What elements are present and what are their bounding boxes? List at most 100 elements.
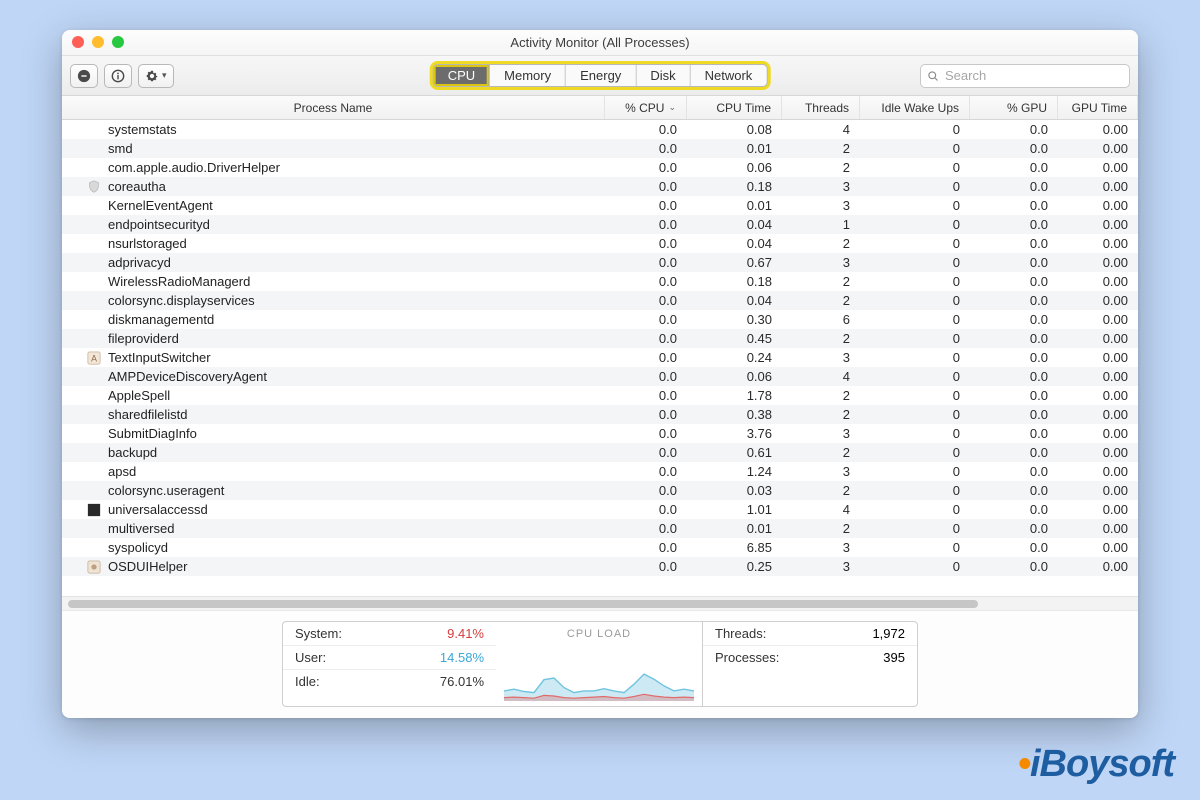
process-name-text: OSDUIHelper xyxy=(108,559,187,574)
process-icon xyxy=(86,483,102,499)
cell-wake: 0 xyxy=(860,141,970,156)
cell-gpu: 0.0 xyxy=(970,217,1058,232)
tab-disk[interactable]: Disk xyxy=(636,65,690,86)
table-row[interactable]: fileproviderd0.00.45200.00.00 xyxy=(62,329,1138,348)
search-input[interactable] xyxy=(945,68,1123,83)
table-row[interactable]: apsd0.01.24300.00.00 xyxy=(62,462,1138,481)
close-icon[interactable] xyxy=(72,36,84,48)
table-row[interactable]: multiversed0.00.01200.00.00 xyxy=(62,519,1138,538)
cell-gpu: 0.0 xyxy=(970,388,1058,403)
process-name-text: smd xyxy=(108,141,133,156)
col-threads[interactable]: Threads xyxy=(782,96,860,119)
table-row[interactable]: com.apple.audio.DriverHelper0.00.06200.0… xyxy=(62,158,1138,177)
cell-gpu: 0.0 xyxy=(970,236,1058,251)
process-name-text: coreautha xyxy=(108,179,166,194)
process-icon xyxy=(86,464,102,480)
cell-process-name: AMPDeviceDiscoveryAgent xyxy=(62,369,605,385)
cell-process-name: multiversed xyxy=(62,521,605,537)
table-row[interactable]: backupd0.00.61200.00.00 xyxy=(62,443,1138,462)
table-row[interactable]: endpointsecurityd0.00.04100.00.00 xyxy=(62,215,1138,234)
horizontal-scrollbar[interactable] xyxy=(62,596,1138,610)
cell-wake: 0 xyxy=(860,521,970,536)
cell-gpu-time: 0.00 xyxy=(1058,388,1138,403)
process-table-body[interactable]: systemstats0.00.08400.00.00smd0.00.01200… xyxy=(62,120,1138,596)
col-idle-wake-ups[interactable]: Idle Wake Ups xyxy=(860,96,970,119)
minimize-icon[interactable] xyxy=(92,36,104,48)
table-row[interactable]: diskmanagementd0.00.30600.00.00 xyxy=(62,310,1138,329)
cell-process-name: diskmanagementd xyxy=(62,312,605,328)
cell-gpu-time: 0.00 xyxy=(1058,312,1138,327)
cell-threads: 2 xyxy=(782,160,860,175)
table-row[interactable]: SubmitDiagInfo0.03.76300.00.00 xyxy=(62,424,1138,443)
search-field[interactable] xyxy=(920,64,1130,88)
cell-cpu-time: 0.08 xyxy=(687,122,782,137)
cell-wake: 0 xyxy=(860,160,970,175)
table-row[interactable]: AMPDeviceDiscoveryAgent0.00.06400.00.00 xyxy=(62,367,1138,386)
process-name-text: com.apple.audio.DriverHelper xyxy=(108,160,280,175)
scrollbar-thumb[interactable] xyxy=(68,600,978,608)
cell-process-name: OSDUIHelper xyxy=(62,559,605,575)
cell-process-name: systemstats xyxy=(62,122,605,138)
cell-cpu-time: 0.06 xyxy=(687,369,782,384)
table-row[interactable]: WirelessRadioManagerd0.00.18200.00.00 xyxy=(62,272,1138,291)
cell-threads: 3 xyxy=(782,540,860,555)
process-icon xyxy=(86,388,102,404)
process-name-text: colorsync.displayservices xyxy=(108,293,255,308)
cell-process-name: WirelessRadioManagerd xyxy=(62,274,605,290)
tab-cpu[interactable]: CPU xyxy=(434,65,490,86)
table-row[interactable]: colorsync.useragent0.00.03200.00.00 xyxy=(62,481,1138,500)
settings-button[interactable]: ▾ xyxy=(138,64,174,88)
cell-gpu: 0.0 xyxy=(970,464,1058,479)
table-row[interactable]: smd0.00.01200.00.00 xyxy=(62,139,1138,158)
maximize-icon[interactable] xyxy=(112,36,124,48)
cell-threads: 4 xyxy=(782,369,860,384)
process-icon xyxy=(86,122,102,138)
table-row[interactable]: adprivacyd0.00.67300.00.00 xyxy=(62,253,1138,272)
cell-process-name: sharedfilelistd xyxy=(62,407,605,423)
gear-icon xyxy=(145,69,159,83)
cell-gpu-time: 0.00 xyxy=(1058,122,1138,137)
cell-wake: 0 xyxy=(860,236,970,251)
table-row[interactable]: colorsync.displayservices0.00.04200.00.0… xyxy=(62,291,1138,310)
table-row[interactable]: sharedfilelistd0.00.38200.00.00 xyxy=(62,405,1138,424)
table-row[interactable]: universalaccessd0.01.01400.00.00 xyxy=(62,500,1138,519)
col-process-name[interactable]: Process Name xyxy=(62,96,605,119)
process-icon xyxy=(86,312,102,328)
table-row[interactable]: nsurlstoraged0.00.04200.00.00 xyxy=(62,234,1138,253)
cell-wake: 0 xyxy=(860,198,970,213)
col-cpu-time[interactable]: CPU Time xyxy=(687,96,782,119)
table-row[interactable]: systemstats0.00.08400.00.00 xyxy=(62,120,1138,139)
cell-cpu-time: 1.24 xyxy=(687,464,782,479)
cell-gpu: 0.0 xyxy=(970,521,1058,536)
table-row[interactable]: AppleSpell0.01.78200.00.00 xyxy=(62,386,1138,405)
table-row[interactable]: OSDUIHelper0.00.25300.00.00 xyxy=(62,557,1138,576)
info-button[interactable] xyxy=(104,64,132,88)
cell-wake: 0 xyxy=(860,312,970,327)
titlebar[interactable]: Activity Monitor (All Processes) xyxy=(62,30,1138,56)
tab-memory[interactable]: Memory xyxy=(490,65,566,86)
col-gpu[interactable]: % GPU xyxy=(970,96,1058,119)
tab-energy[interactable]: Energy xyxy=(566,65,636,86)
cell-threads: 4 xyxy=(782,502,860,517)
process-icon xyxy=(86,141,102,157)
cell-gpu: 0.0 xyxy=(970,559,1058,574)
cell-process-name: universalaccessd xyxy=(62,502,605,518)
table-row[interactable]: coreautha0.00.18300.00.00 xyxy=(62,177,1138,196)
table-row[interactable]: KernelEventAgent0.00.01300.00.00 xyxy=(62,196,1138,215)
process-name-text: systemstats xyxy=(108,122,177,137)
col-cpu[interactable]: % CPU⌄ xyxy=(605,96,687,119)
process-name-text: colorsync.useragent xyxy=(108,483,224,498)
cell-cpu: 0.0 xyxy=(605,350,687,365)
cell-cpu-time: 6.85 xyxy=(687,540,782,555)
col-gpu-time[interactable]: GPU Time xyxy=(1058,96,1138,119)
cell-gpu-time: 0.00 xyxy=(1058,274,1138,289)
table-row[interactable]: syspolicyd0.06.85300.00.00 xyxy=(62,538,1138,557)
cell-cpu-time: 0.67 xyxy=(687,255,782,270)
table-row[interactable]: ATextInputSwitcher0.00.24300.00.00 xyxy=(62,348,1138,367)
stop-process-button[interactable] xyxy=(70,64,98,88)
watermark-logo: •iBoysoft xyxy=(1018,743,1174,786)
process-icon xyxy=(86,540,102,556)
process-name-text: apsd xyxy=(108,464,136,479)
cell-gpu-time: 0.00 xyxy=(1058,198,1138,213)
tab-network[interactable]: Network xyxy=(691,65,767,86)
